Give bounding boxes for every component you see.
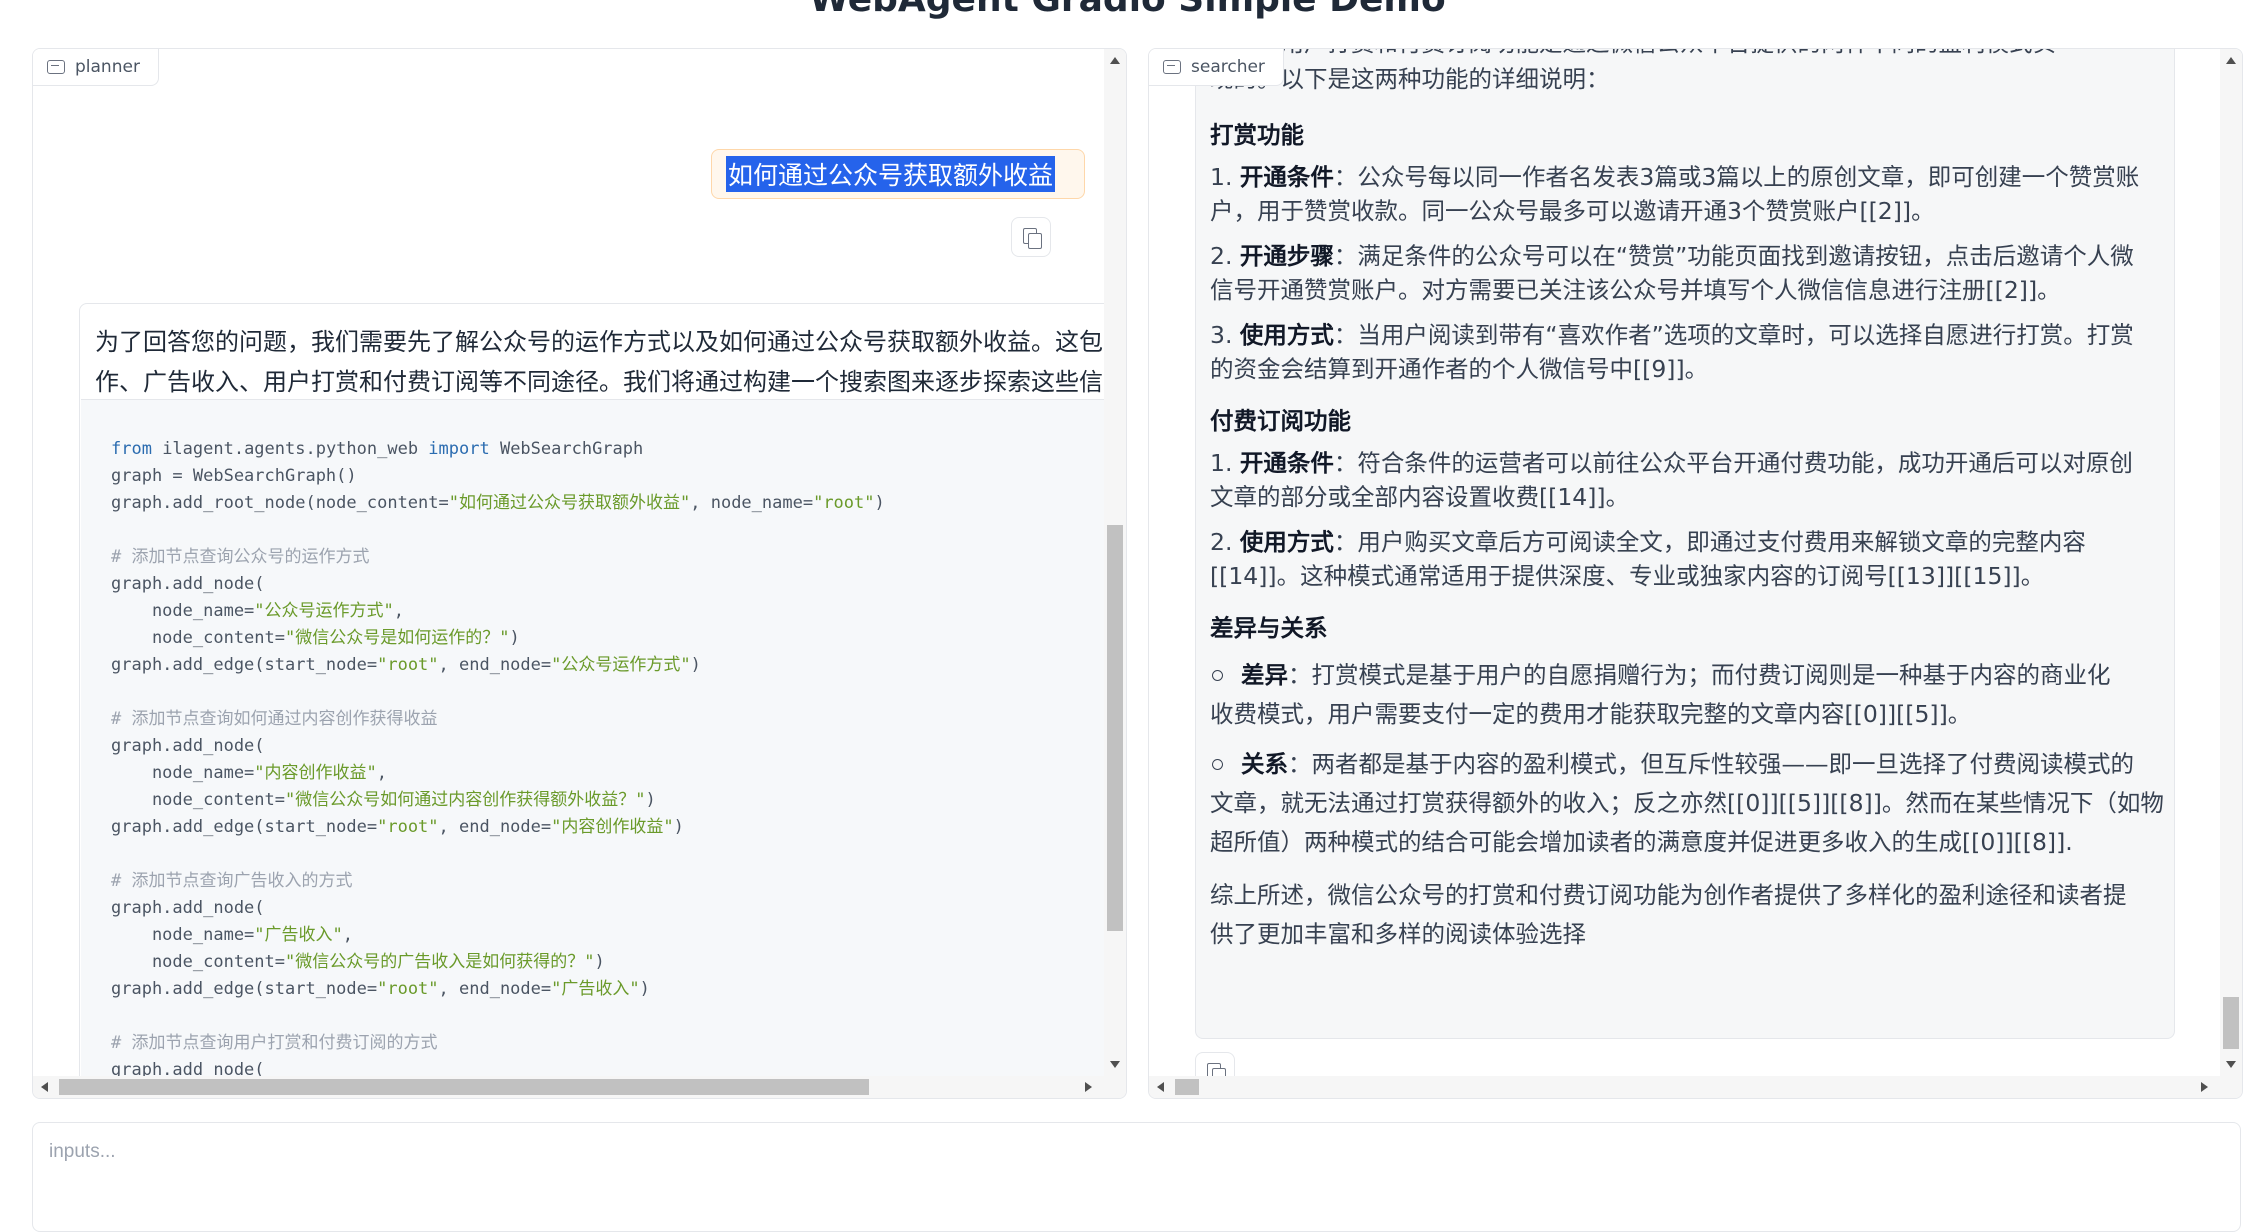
searcher-vertical-scrollbar[interactable] [2220, 49, 2242, 1076]
code-block: from ilagent.agents.python_web import We… [81, 399, 1104, 1076]
scroll-right-arrow-icon[interactable] [2201, 1082, 2208, 1092]
paid-item-1: 1. 开通条件：符合条件的运营者可以前往公众平台开通付费功能，成功开通后可以对原… [1210, 449, 2133, 511]
planner-chat-viewport[interactable]: 如何通过公众号获取额外收益 为了回答您的问题，我们需要先了解公众号的运作方式以及… [33, 49, 1104, 1076]
scroll-left-arrow-icon[interactable] [1157, 1082, 1164, 1092]
planner-response-line: 作、广告收入、用户打赏和付费订阅等不同途径。我们将通过构建一个搜索图来逐步探索这… [95, 368, 1103, 396]
intro-line: 众号的用户打赏和付费订阅功能是通过微信公众平台提供的两种不同的盈利模式实 [1210, 49, 2165, 60]
diff-heading: 差异与关系 [1210, 614, 1328, 642]
scroll-right-arrow-icon[interactable] [1085, 1082, 1092, 1092]
searcher-response: 众号的用户打赏和付费订阅功能是通过微信公众平台提供的两种不同的盈利模式实 现的。… [1195, 49, 2175, 1039]
searcher-horizontal-scroll-thumb[interactable] [1175, 1079, 1199, 1095]
searcher-label-text: searcher [1191, 57, 1265, 77]
scroll-up-arrow-icon[interactable] [2226, 57, 2236, 64]
paid-item-2: 2. 使用方式：用户购买文章后方可阅读全文，即通过支付费用来解锁文章的完整内容 … [1210, 528, 2086, 590]
intro-line: 现的。以下是这两种功能的详细说明： [1210, 65, 1610, 93]
planner-vertical-scroll-thumb[interactable] [1107, 525, 1123, 931]
reward-item-2: 2. 开通步骤：满足条件的公众号可以在“赞赏”功能页面找到邀请按钮，点击后邀请个… [1210, 242, 2134, 304]
reward-item-3: 3. 使用方式：当用户阅读到带有“喜欢作者”选项的文章时，可以选择自愿进行打赏。… [1210, 321, 2134, 383]
page-title: WebAgent Gradio Simple Demo [0, 0, 2255, 22]
user-message: 如何通过公众号获取额外收益 [711, 149, 1085, 199]
user-message-text: 如何通过公众号获取额外收益 [726, 156, 1056, 192]
planner-vertical-scrollbar[interactable] [1104, 49, 1126, 1076]
scroll-up-arrow-icon[interactable] [1110, 57, 1120, 64]
diff-bullet-2: 关系：两者都是基于内容的盈利模式，但互斥性较强——即一旦选择了付费阅读模式的 文… [1210, 750, 2164, 856]
chat-icon [1163, 60, 1181, 74]
bullet-icon [1212, 669, 1223, 681]
input-box [32, 1122, 2241, 1232]
copy-searcher-response-button[interactable] [1195, 1052, 1235, 1076]
reward-item-1: 1. 开通条件：公众号每以同一作者名发表3篇或3篇以上的原创文章，即可创建一个赞… [1210, 163, 2140, 225]
planner-chatbot: planner 如何通过公众号获取额外收益 为了回答您的问题，我们需要先了解公众… [32, 48, 1127, 1099]
searcher-chatbot: searcher 众号的用户打赏和付费订阅功能是通过微信公众平台提供的两种不同的… [1148, 48, 2243, 1099]
searcher-vertical-scroll-thumb[interactable] [2223, 997, 2239, 1049]
planner-label-text: planner [75, 57, 140, 77]
paid-heading: 付费订阅功能 [1210, 407, 1351, 435]
summary: 综上所述，微信公众号的打赏和付费订阅功能为创作者提供了多样化的盈利途径和读者提 … [1210, 881, 2127, 948]
copy-user-message-button[interactable] [1011, 217, 1051, 257]
planner-horizontal-scrollbar[interactable] [33, 1076, 1126, 1098]
searcher-label: searcher [1149, 49, 1284, 86]
planner-response-line: 为了回答您的问题，我们需要先了解公众号的运作方式以及如何通过公众号获取额外收益。… [95, 328, 1103, 356]
planner-horizontal-scroll-thumb[interactable] [59, 1079, 869, 1095]
scroll-left-arrow-icon[interactable] [41, 1082, 48, 1092]
searcher-response-text: 众号的用户打赏和付费订阅功能是通过微信公众平台提供的两种不同的盈利模式实 现的。… [1210, 49, 2165, 954]
planner-response: 为了回答您的问题，我们需要先了解公众号的运作方式以及如何通过公众号获取额外收益。… [79, 303, 1104, 1076]
copy-icon [1023, 228, 1042, 249]
diff-bullet-1: 差异：打赏模式是基于用户的自愿捐赠行为；而付费订阅则是一种基于内容的商业化 收费… [1210, 661, 2111, 728]
planner-label: planner [33, 49, 159, 86]
reward-heading: 打赏功能 [1210, 121, 1304, 149]
searcher-horizontal-scrollbar[interactable] [1149, 1076, 2242, 1098]
planner-response-text: 为了回答您的问题，我们需要先了解公众号的运作方式以及如何通过公众号获取额外收益。… [95, 322, 1104, 402]
bullet-icon [1212, 758, 1223, 770]
searcher-chat-viewport[interactable]: 众号的用户打赏和付费订阅功能是通过微信公众平台提供的两种不同的盈利模式实 现的。… [1149, 49, 2220, 1076]
scroll-down-arrow-icon[interactable] [2226, 1061, 2236, 1068]
code-content: from ilagent.agents.python_web import We… [111, 439, 885, 1076]
chat-icon [47, 60, 65, 74]
scroll-down-arrow-icon[interactable] [1110, 1061, 1120, 1068]
message-input[interactable] [47, 1139, 2221, 1203]
copy-icon [1207, 1063, 1226, 1076]
